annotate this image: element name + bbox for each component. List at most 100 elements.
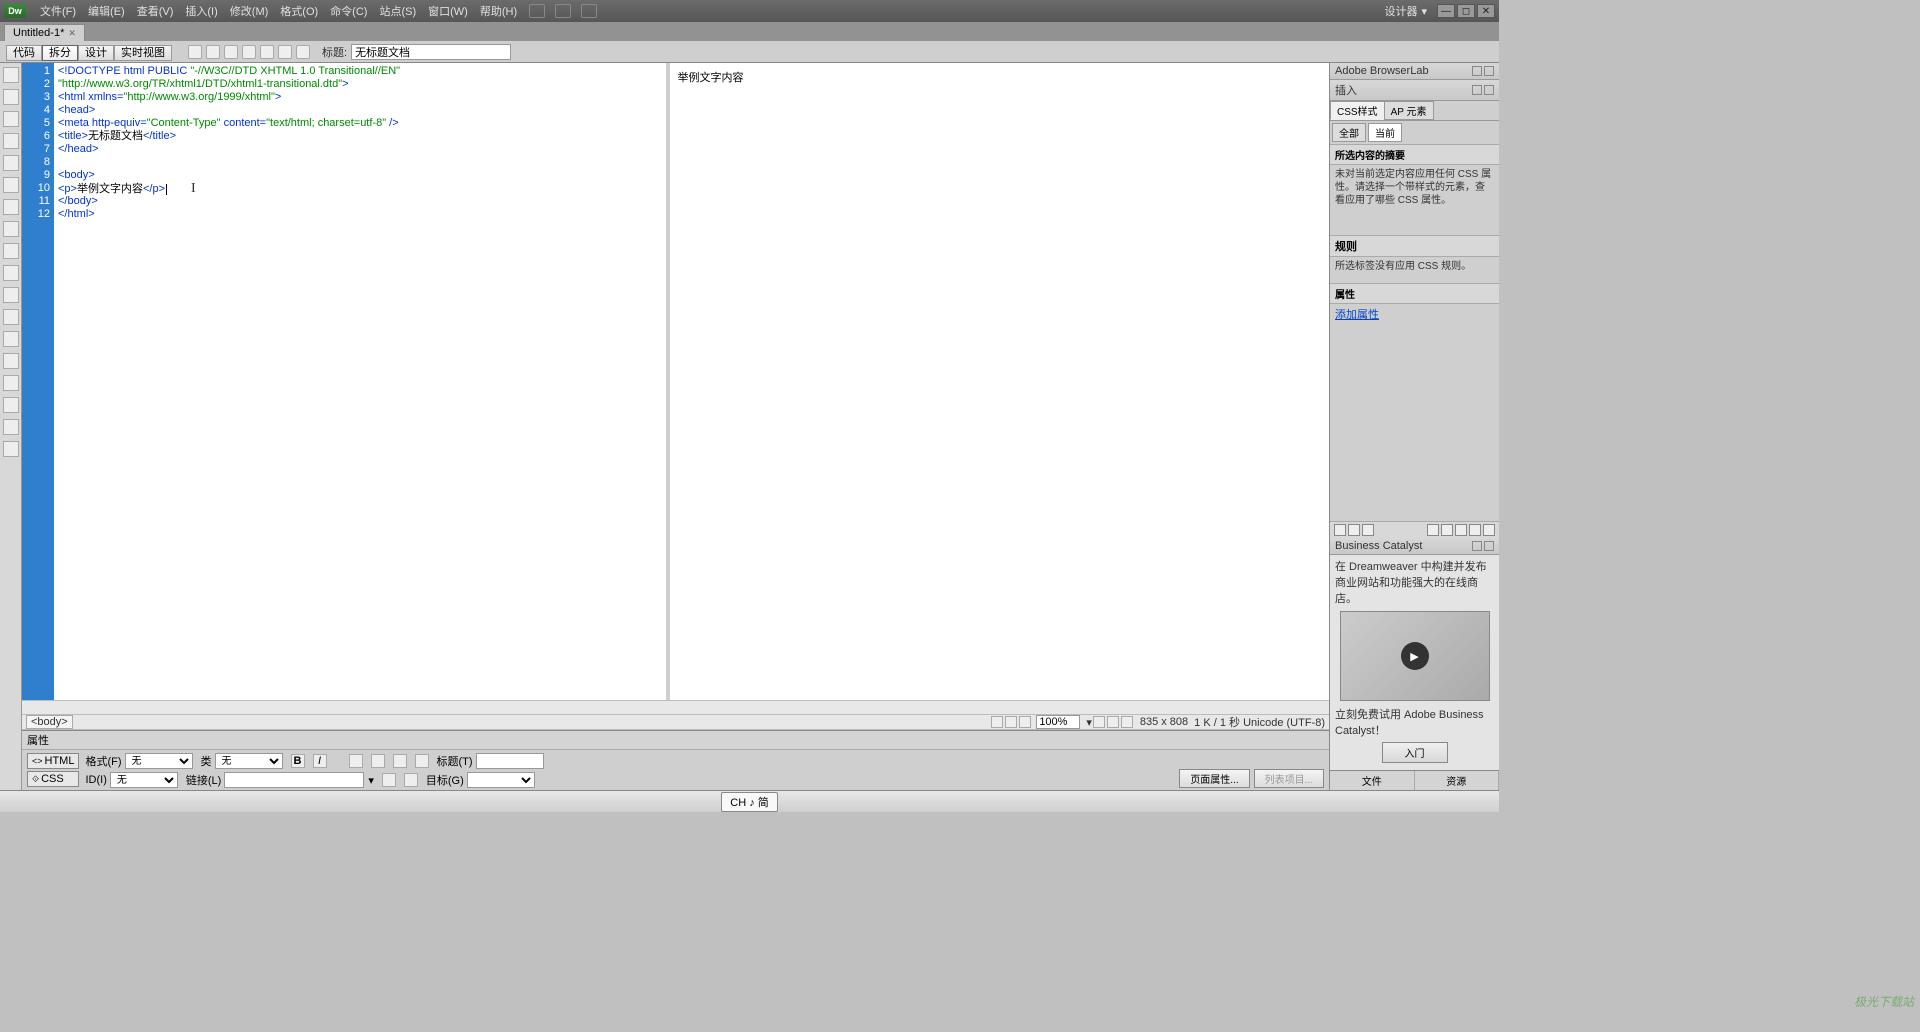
attach-css-icon[interactable] [1427,524,1439,536]
inspect-icon[interactable] [206,45,220,59]
menu-item[interactable]: 文件(F) [34,4,82,20]
menu-item[interactable]: 窗口(W) [422,4,474,20]
delete-rule-icon[interactable] [1483,524,1495,536]
design-pane[interactable]: 举例文字内容 [670,63,1330,700]
tag-selector-body[interactable]: <body> [26,715,73,729]
ime-indicator[interactable]: CH ♪ 简 [721,792,778,812]
menu-item[interactable]: 格式(O) [274,4,324,20]
zoom-tool-icon[interactable] [1019,716,1031,728]
new-rule-icon[interactable] [1441,524,1453,536]
refresh-icon[interactable] [224,45,238,59]
collapse-tag-icon[interactable] [3,89,19,105]
layout-dropdown-icon[interactable] [529,4,545,18]
view-button[interactable]: 实时视图 [114,45,172,61]
maximize-button[interactable]: ◻ [1457,4,1475,18]
show-list-icon[interactable] [1348,524,1360,536]
disable-rule-icon[interactable] [1469,524,1481,536]
outdent-text-icon[interactable] [393,754,407,768]
tab-css-styles[interactable]: CSS样式 [1330,101,1385,120]
title2-label: 标题(T) [437,753,473,769]
css-mode-button[interactable]: ⟐ CSS [27,771,79,787]
menu-item[interactable]: 修改(M) [224,4,275,20]
point-to-file-icon[interactable] [382,773,396,787]
title2-input[interactable] [476,753,544,769]
page-properties-button[interactable]: 页面属性... [1179,769,1249,788]
title-input[interactable] [351,44,511,60]
insert-panel-header[interactable]: 插入 [1330,80,1499,101]
format-code-icon[interactable] [3,353,19,369]
ol-icon[interactable] [371,754,385,768]
id-select[interactable]: 无 [110,772,178,788]
horizontal-scrollbar[interactable] [22,700,1329,714]
comment-icon[interactable] [3,375,19,391]
format-select[interactable]: 无 [125,753,193,769]
show-set-icon[interactable] [1362,524,1374,536]
browser-nav-icon[interactable] [242,45,256,59]
select-tool-icon[interactable] [991,716,1003,728]
window-size-icon[interactable] [1093,716,1105,728]
extend-dropdown-icon[interactable] [555,4,571,18]
live-code-icon[interactable] [188,45,202,59]
screen-icon[interactable] [1121,716,1133,728]
open-documents-icon[interactable] [3,67,19,83]
syntax-coloring-icon[interactable] [3,243,19,259]
close-tab-icon[interactable]: ✕ [68,28,76,39]
edit-rule-icon[interactable] [1455,524,1467,536]
bold-icon[interactable]: B [291,754,305,768]
document-tab[interactable]: Untitled-1* ✕ [4,24,85,41]
tab-ap-elements[interactable]: AP 元素 [1384,101,1434,120]
view-button[interactable]: 拆分 [42,45,78,61]
auto-indent-icon[interactable] [3,265,19,281]
class-select[interactable]: 无 [215,753,283,769]
css-all-button[interactable]: 全部 [1332,123,1366,142]
browserlab-panel-header[interactable]: Adobe BrowserLab [1330,63,1499,80]
indent-text-icon[interactable] [415,754,429,768]
zoom-input[interactable] [1036,715,1080,729]
code-pane[interactable]: 123456789101112 <!DOCTYPE html PUBLIC "-… [22,63,670,700]
browse-file-icon[interactable] [404,773,418,787]
hand-tool-icon[interactable] [1005,716,1017,728]
workspace-label[interactable]: 设计器 [1384,3,1417,19]
menu-item[interactable]: 帮助(H) [474,4,523,20]
device-icon[interactable] [1107,716,1119,728]
files-tab[interactable]: 文件 [1330,771,1415,790]
options-icon[interactable] [278,45,292,59]
select-parent-icon[interactable] [3,133,19,149]
tool-icon[interactable] [3,441,19,457]
show-category-icon[interactable] [1334,524,1346,536]
html-mode-button[interactable]: <> HTML [27,753,79,769]
close-button[interactable]: ✕ [1477,4,1495,18]
menu-item[interactable]: 命令(C) [324,4,373,20]
word-wrap-icon[interactable] [3,221,19,237]
expand-all-icon[interactable] [3,111,19,127]
target-select[interactable] [467,772,535,788]
minimize-button[interactable]: — [1437,4,1455,18]
css-current-button[interactable]: 当前 [1368,123,1402,142]
ul-icon[interactable] [349,754,363,768]
highlight-invalid-icon[interactable] [3,199,19,215]
snippet-icon[interactable] [3,287,19,303]
outdent-icon[interactable] [3,331,19,347]
business-catalyst-header[interactable]: Business Catalyst [1330,538,1499,555]
balance-braces-icon[interactable] [3,155,19,171]
indent-icon[interactable] [3,309,19,325]
menu-item[interactable]: 插入(I) [179,4,223,20]
address-icon[interactable] [260,45,274,59]
view-button[interactable]: 设计 [78,45,114,61]
bc-video-thumbnail[interactable]: ▶ [1340,611,1490,701]
move-css-icon[interactable] [3,419,19,435]
assets-tab[interactable]: 资源 [1415,771,1500,790]
recent-snippets-icon[interactable] [3,397,19,413]
line-numbers-icon[interactable] [3,177,19,193]
bc-start-button[interactable]: 入门 [1382,742,1448,763]
code-editor[interactable]: <!DOCTYPE html PUBLIC "-//W3C//DTD XHTML… [54,63,666,700]
visual-aids-icon[interactable] [296,45,310,59]
add-property-link[interactable]: 添加属性 [1330,304,1499,324]
menu-item[interactable]: 编辑(E) [82,4,131,20]
menu-item[interactable]: 站点(S) [373,4,422,20]
link-input[interactable] [224,772,364,788]
sync-dropdown-icon[interactable] [581,4,597,18]
italic-icon[interactable]: I [313,754,327,768]
menu-item[interactable]: 查看(V) [131,4,180,20]
view-button[interactable]: 代码 [6,45,42,61]
